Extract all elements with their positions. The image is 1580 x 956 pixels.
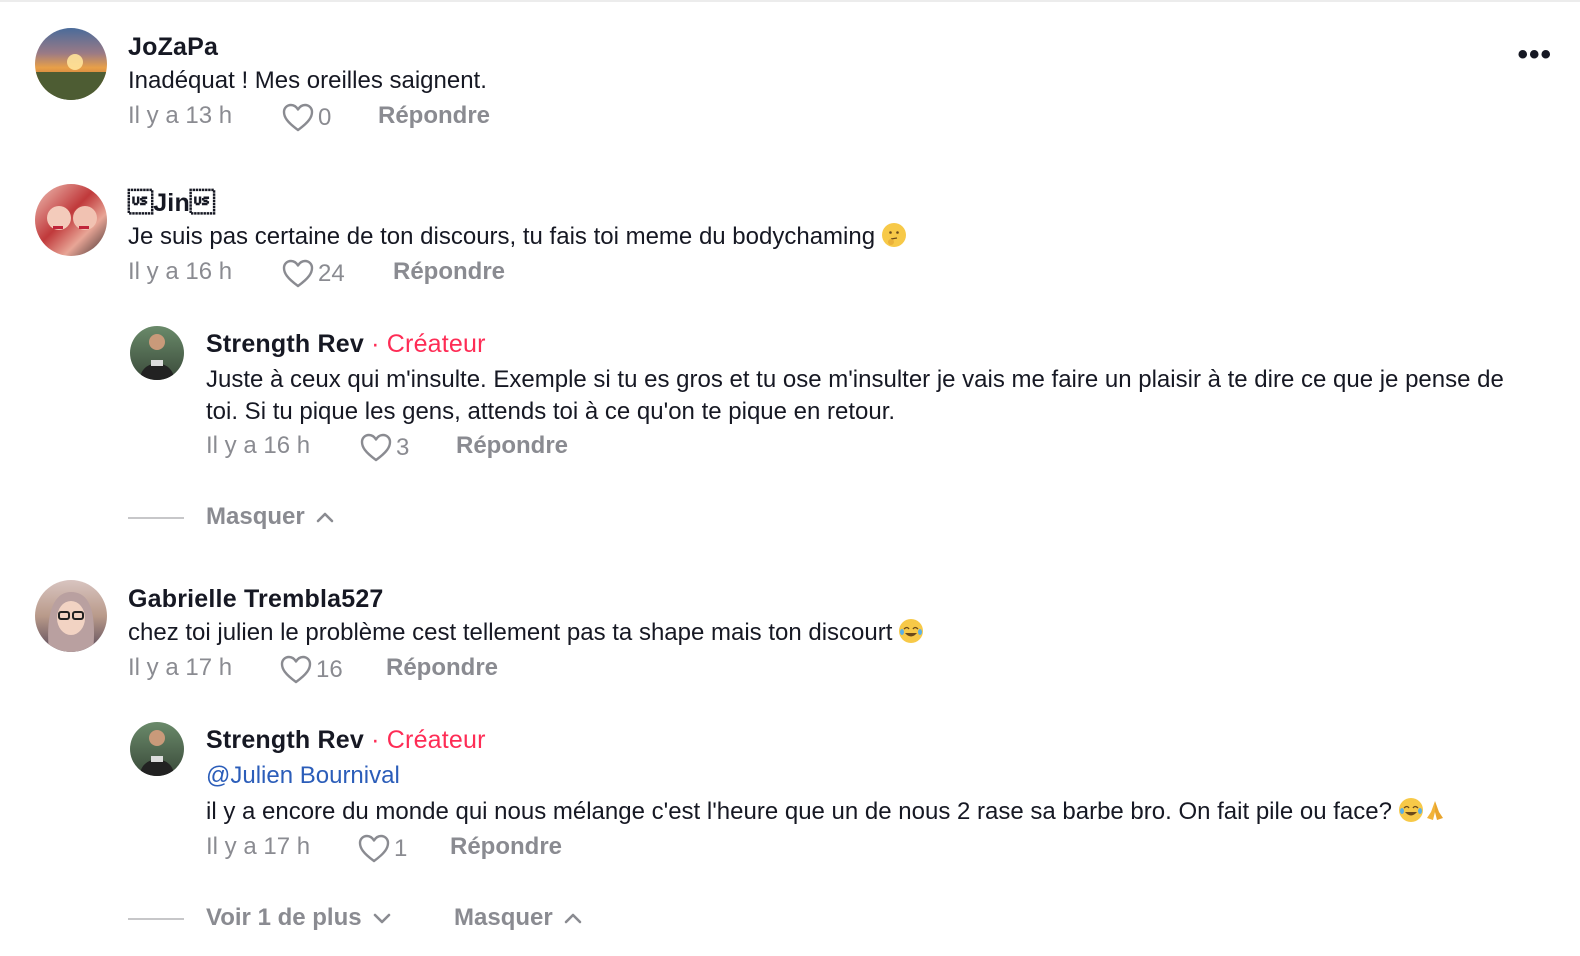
reply-username-row: Strength Rev · Créateur <box>206 330 486 359</box>
thread-divider <box>128 918 184 920</box>
heart-icon <box>358 834 390 863</box>
comment-username[interactable]: Jin <box>128 189 215 218</box>
hide-label: Masquer <box>206 503 305 530</box>
comment-text-row: il y a encore du monde qui nous mélange … <box>206 796 1447 828</box>
like-button[interactable]: 3 <box>360 433 409 463</box>
tears-of-joy-emoji <box>899 619 924 643</box>
hide-replies-button[interactable]: Masquer <box>206 503 335 531</box>
thinking-face-emoji <box>881 223 906 247</box>
comment-username[interactable]: Strength Rev <box>206 330 364 358</box>
comment-time: Il y a 17 h <box>128 654 233 681</box>
comment-text: il y a encore du monde qui nous mélange … <box>206 798 1392 825</box>
avatar[interactable] <box>35 580 107 652</box>
comment-text: chez toi julien le problème cest telleme… <box>128 619 893 646</box>
view-more-label: Voir 1 de plus <box>206 904 362 931</box>
reply-button[interactable]: Répondre <box>378 102 490 130</box>
comment-username[interactable]: Strength Rev <box>206 726 364 754</box>
reply-button[interactable]: Répondre <box>450 833 562 861</box>
creator-badge: · Créateur <box>363 726 486 754</box>
comment-username[interactable]: JoZaPa <box>128 33 218 62</box>
top-divider <box>0 0 1580 2</box>
heart-icon <box>282 103 314 132</box>
like-count: 16 <box>316 656 343 683</box>
comment-text-row: Je suis pas certaine de ton discours, tu… <box>128 221 906 253</box>
like-count: 1 <box>394 835 408 862</box>
reply-username-row: Strength Rev · Créateur <box>206 726 486 755</box>
comment-text: Inadéquat ! Mes oreilles saignent. <box>128 67 487 94</box>
reply-button[interactable]: Répondre <box>386 654 498 682</box>
tears-of-joy-emoji <box>1398 798 1423 822</box>
avatar[interactable] <box>35 184 107 256</box>
like-button[interactable]: 16 <box>280 655 343 685</box>
like-count: 0 <box>318 104 332 131</box>
reply-button[interactable]: Répondre <box>456 432 568 460</box>
more-icon[interactable]: ••• <box>1517 38 1552 72</box>
like-button[interactable]: 0 <box>282 103 331 133</box>
like-button[interactable]: 1 <box>358 834 407 864</box>
comment-time: Il y a 13 h <box>128 102 233 129</box>
heart-icon <box>282 259 314 288</box>
view-more-replies-button[interactable]: Voir 1 de plus <box>206 904 392 932</box>
heart-icon <box>280 655 312 684</box>
comment-username[interactable]: Gabrielle Trembla527 <box>128 585 384 614</box>
hide-replies-button[interactable]: Masquer <box>454 904 583 932</box>
heart-icon <box>360 433 392 462</box>
like-count: 3 <box>396 434 410 461</box>
comment-time: Il y a 16 h <box>128 258 233 285</box>
comment-text: Juste à ceux qui m'insulte. Exemple si t… <box>206 366 1511 425</box>
comment-time: Il y a 16 h <box>206 432 311 459</box>
reply-button[interactable]: Répondre <box>393 258 505 286</box>
chevron-up-icon <box>316 512 334 523</box>
thread-divider <box>128 517 184 519</box>
like-button[interactable]: 24 <box>282 259 345 289</box>
avatar[interactable] <box>35 28 107 100</box>
hide-label: Masquer <box>454 904 553 931</box>
creator-badge: · Créateur <box>363 330 486 358</box>
comment-text-row: chez toi julien le problème cest telleme… <box>128 617 924 649</box>
chevron-down-icon <box>373 913 390 924</box>
folded-hands-emoji <box>1423 798 1447 822</box>
comment-time: Il y a 17 h <box>206 833 311 860</box>
like-count: 24 <box>318 260 345 287</box>
avatar[interactable] <box>130 722 184 776</box>
mention-link[interactable]: @Julien Bournival <box>206 762 400 790</box>
comment-text: Je suis pas certaine de ton discours, tu… <box>128 223 876 250</box>
avatar[interactable] <box>130 326 184 380</box>
chevron-up-icon <box>564 913 582 924</box>
